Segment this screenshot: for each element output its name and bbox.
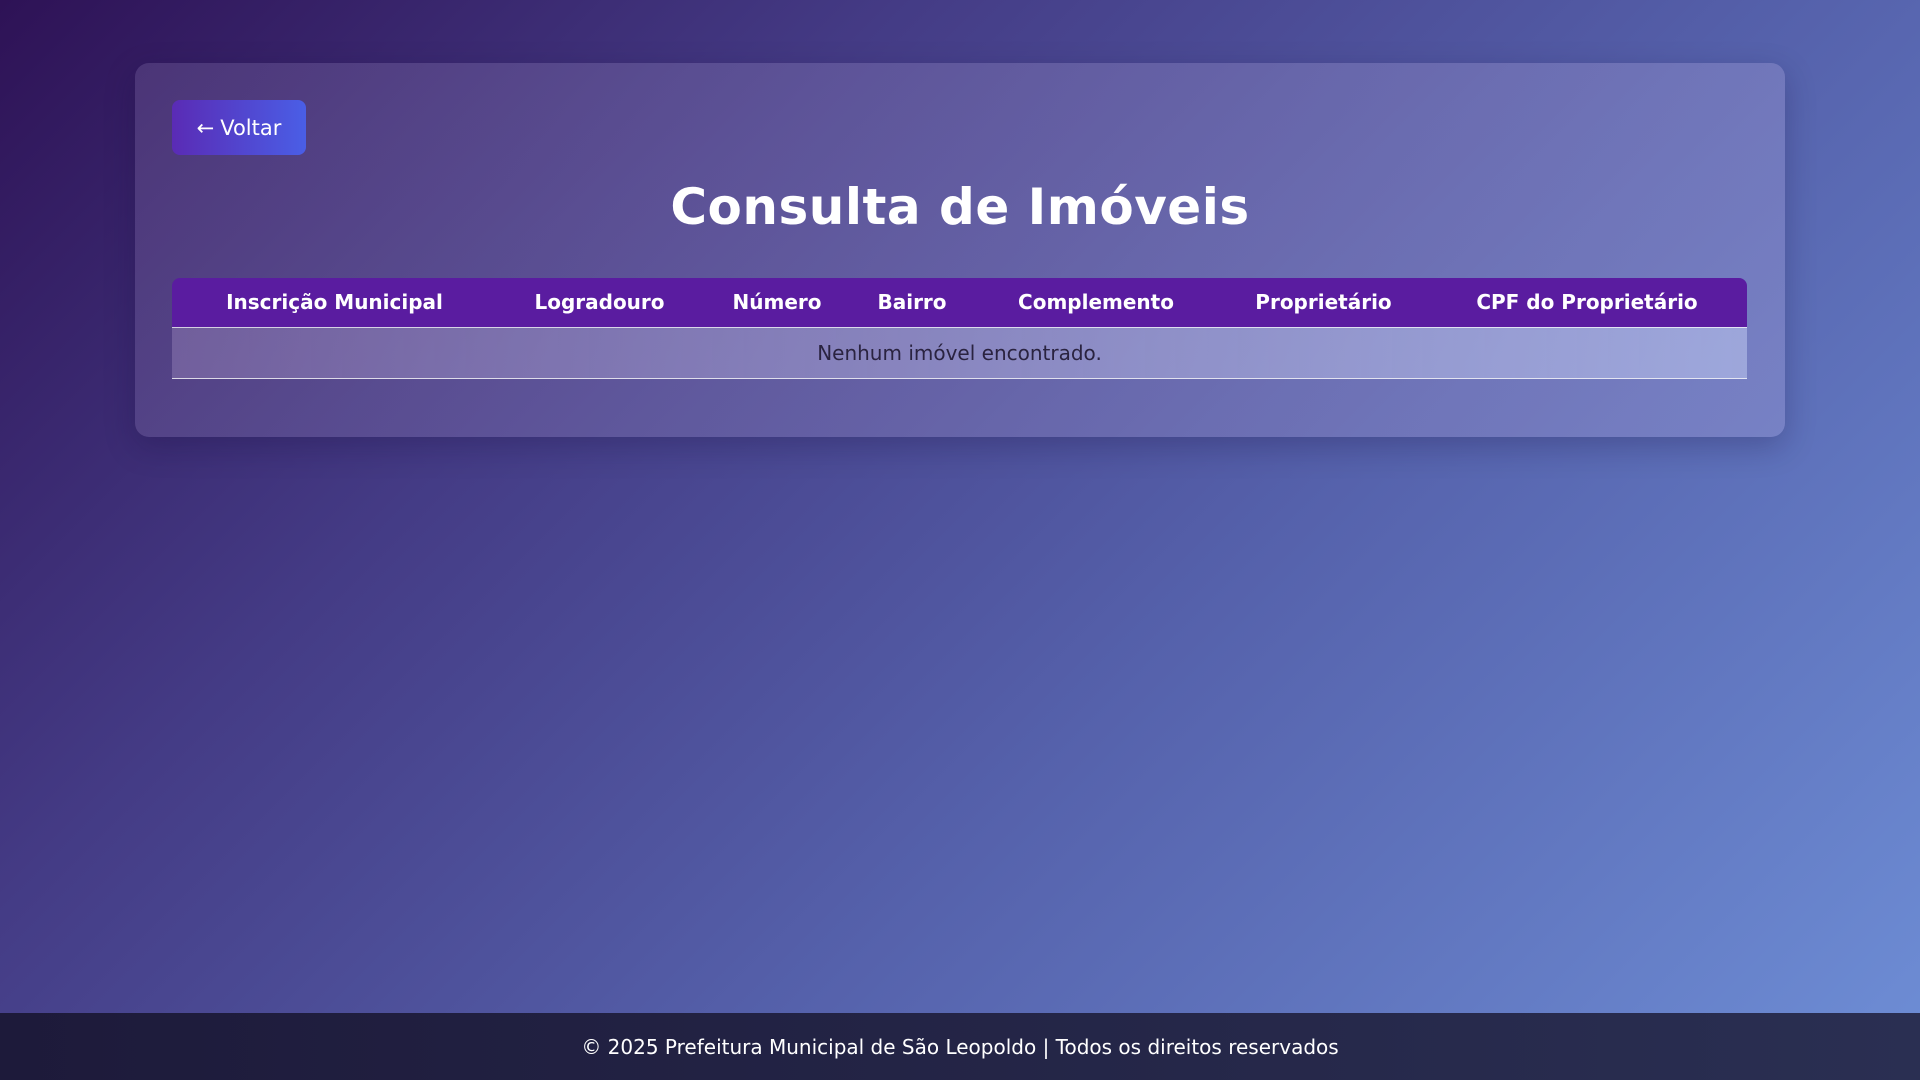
table-header-row: Inscrição Municipal Logradouro Número Ba… [172, 278, 1747, 327]
back-button[interactable]: ← Voltar [172, 100, 306, 155]
column-header-numero[interactable]: Número [702, 278, 852, 327]
content-card: ← Voltar Consulta de Imóveis Inscrição M… [135, 63, 1785, 437]
arrow-left-icon: ← [196, 115, 215, 140]
page-title: Consulta de Imóveis [670, 178, 1250, 236]
empty-message: Nenhum imóvel encontrado. [172, 327, 1747, 379]
back-button-label: Voltar [220, 115, 282, 140]
footer-text: © 2025 Prefeitura Municipal de São Leopo… [581, 1034, 1339, 1059]
table-row: Nenhum imóvel encontrado. [172, 327, 1747, 379]
column-header-proprietario[interactable]: Proprietário [1220, 278, 1427, 327]
column-header-complemento[interactable]: Complemento [972, 278, 1220, 327]
column-header-inscricao[interactable]: Inscrição Municipal [172, 278, 497, 327]
column-header-logradouro[interactable]: Logradouro [497, 278, 702, 327]
footer: © 2025 Prefeitura Municipal de São Leopo… [0, 1013, 1920, 1080]
properties-table: Inscrição Municipal Logradouro Número Ba… [172, 278, 1747, 379]
column-header-cpf[interactable]: CPF do Proprietário [1427, 278, 1747, 327]
column-header-bairro[interactable]: Bairro [852, 278, 972, 327]
